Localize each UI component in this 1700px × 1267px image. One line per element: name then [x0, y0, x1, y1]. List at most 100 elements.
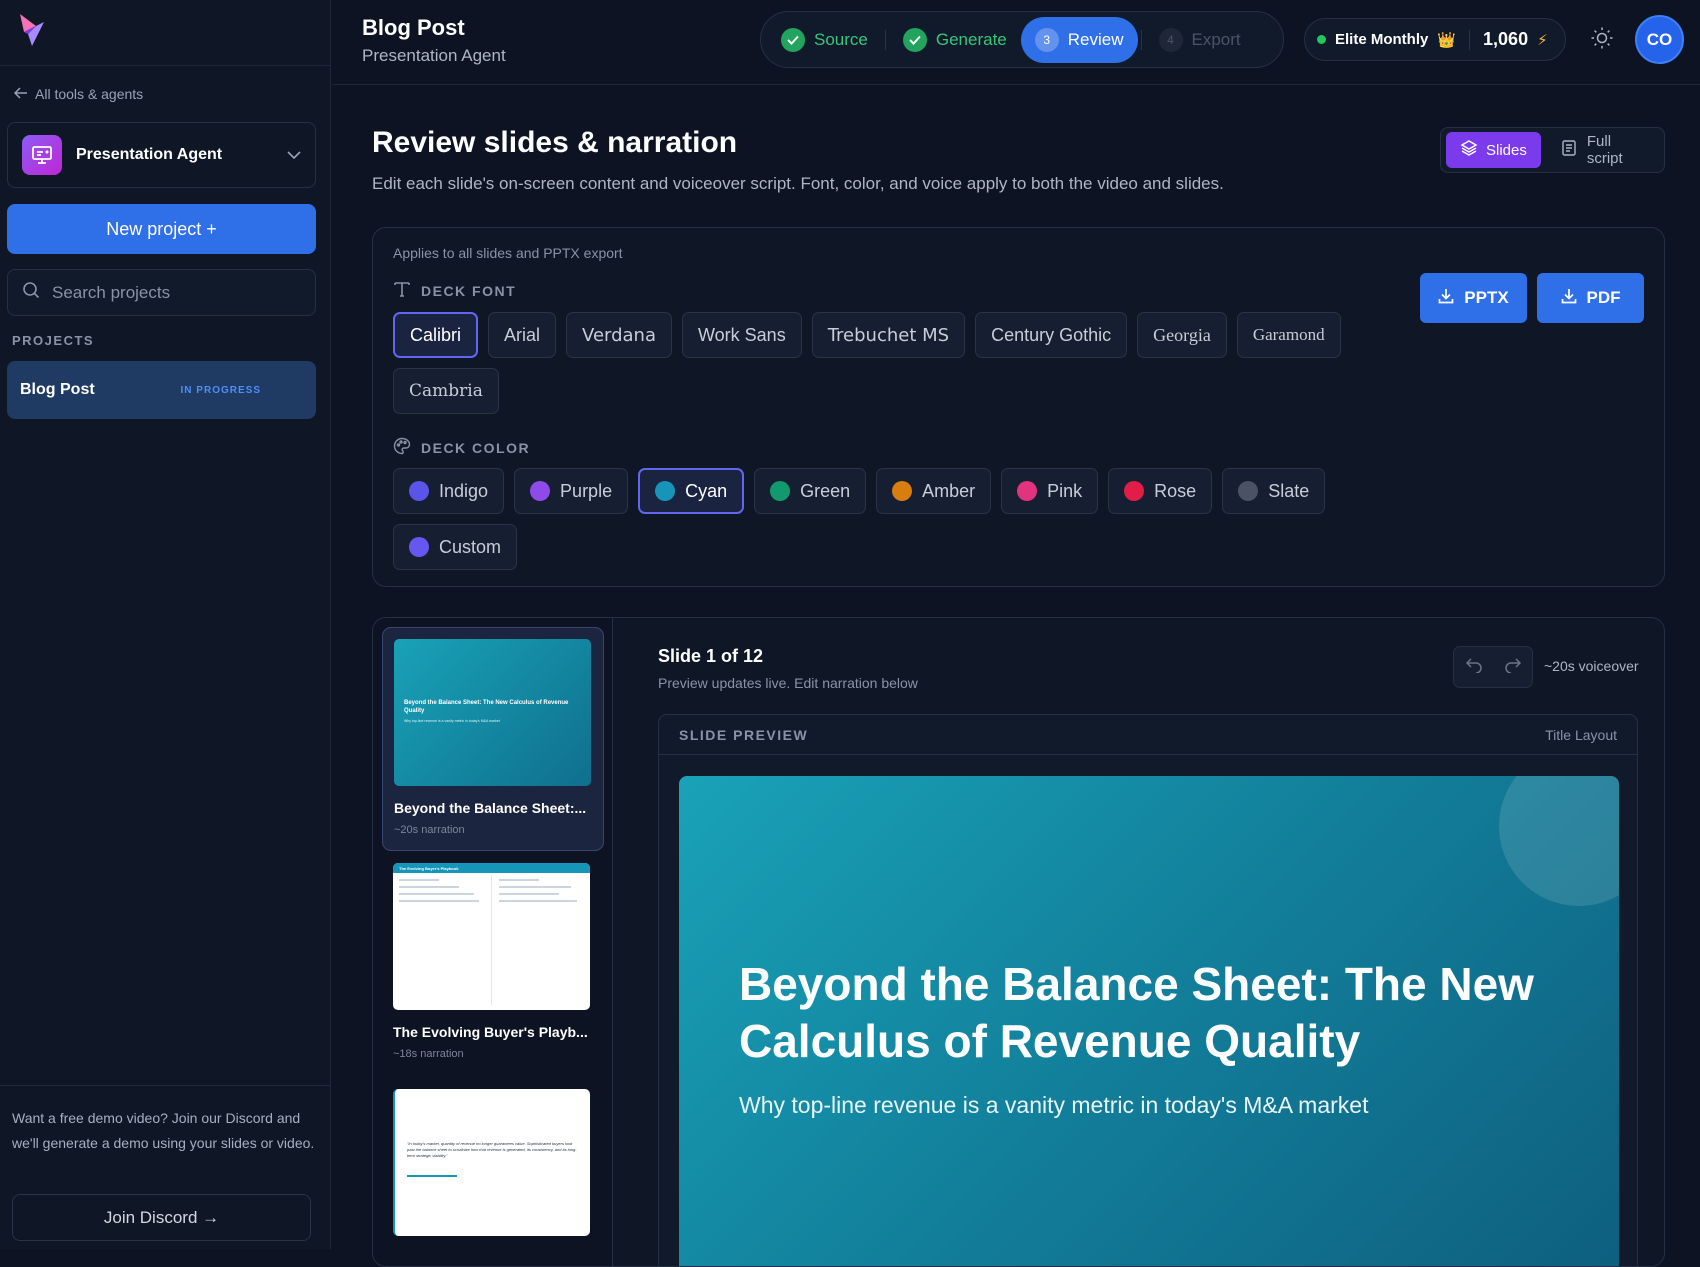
join-discord-button[interactable]: Join Discord → — [12, 1194, 311, 1241]
history-controls — [1453, 646, 1533, 688]
applies-note: Applies to all slides and PPTX export — [393, 245, 623, 261]
export-pptx-button[interactable]: PPTX — [1420, 273, 1527, 323]
project-item[interactable]: Blog Post IN PROGRESS — [7, 361, 316, 419]
color-chip-pink[interactable]: Pink — [1001, 468, 1099, 514]
slide-thumbnail[interactable]: "In today's market, quantity of revenue … — [382, 1078, 604, 1258]
color-chip-slate[interactable]: Slate — [1222, 468, 1326, 514]
plan-name: Elite Monthly — [1335, 31, 1429, 48]
color-label: Pink — [1047, 480, 1083, 501]
slides-view-label: Slides — [1486, 141, 1527, 159]
lightning-icon: ⚡ — [1537, 31, 1548, 49]
decorative-circle — [1499, 776, 1619, 906]
font-chip-arial[interactable]: Arial — [488, 312, 557, 358]
font-chip-georgia[interactable]: Georgia — [1137, 312, 1227, 358]
color-swatch — [409, 481, 429, 501]
step-label: Generate — [935, 29, 1007, 49]
font-chip-trebuchet[interactable]: Trebuchet MS — [811, 312, 966, 358]
presentation-icon — [22, 135, 62, 175]
slide-thumbnail[interactable]: Beyond the Balance Sheet: The New Calcul… — [382, 627, 604, 851]
plan-credits-pill[interactable]: Elite Monthly 👑 1,060 ⚡ — [1304, 18, 1566, 61]
color-chip-custom[interactable]: Custom — [393, 524, 518, 570]
font-chip-calibri[interactable]: Calibri — [393, 312, 479, 358]
new-project-button[interactable]: New project + — [7, 204, 316, 254]
slide-preview-label: SLIDE PREVIEW — [679, 726, 809, 743]
step-generate[interactable]: Generate — [889, 17, 1021, 63]
step-export[interactable]: 4 Export — [1145, 17, 1255, 63]
color-swatch — [1238, 481, 1259, 501]
step-label: Export — [1191, 29, 1241, 49]
full-script-label: Full script — [1586, 133, 1623, 167]
slide-thumbnail[interactable]: The Evolving Buyer's Playbook The Evolvi… — [382, 852, 604, 1076]
back-to-tools-link[interactable]: All tools & agents — [13, 86, 144, 102]
font-chip-garamond[interactable]: Garamond — [1236, 312, 1341, 358]
color-swatch — [655, 481, 676, 501]
thumbnail-quote: "In today's market, quantity of revenue … — [407, 1141, 577, 1158]
pdf-label: PDF — [1586, 288, 1621, 307]
thumbnail-slide-subtitle: Why top-line revenue is a vanity metric … — [404, 719, 500, 723]
deck-font-heading: DECK FONT — [393, 280, 516, 301]
redo-icon[interactable] — [1504, 657, 1522, 678]
palette-icon — [393, 437, 411, 458]
download-icon — [1438, 288, 1454, 309]
slide-canvas[interactable]: Beyond the Balance Sheet: The New Calcul… — [679, 776, 1619, 1266]
step-divider — [1140, 29, 1142, 50]
thumbnail-column-divider — [491, 875, 492, 1005]
full-script-view-button[interactable]: Full script — [1547, 132, 1659, 168]
thumbnail-preview: The Evolving Buyer's Playbook — [393, 863, 590, 1010]
color-chip-amber[interactable]: Amber — [876, 468, 992, 514]
search-projects[interactable] — [7, 269, 316, 316]
project-name: Blog Post — [20, 381, 95, 398]
search-input[interactable] — [52, 282, 292, 303]
step-label: Review — [1067, 29, 1124, 49]
slide-preview-panel: SLIDE PREVIEW Title Layout Beyond the Ba… — [658, 714, 1638, 1266]
download-icon — [1561, 288, 1577, 309]
back-link-label: All tools & agents — [35, 86, 144, 102]
font-chip-century-gothic[interactable]: Century Gothic — [975, 312, 1128, 358]
slide-hint: Preview updates live. Edit narration bel… — [658, 675, 918, 691]
step-number: 4 — [1158, 27, 1183, 52]
slide-thumbnail-list[interactable]: Beyond the Balance Sheet: The New Calcul… — [373, 618, 613, 1266]
thumbnail-preview: "In today's market, quantity of revenue … — [393, 1089, 590, 1236]
top-header: Blog Post Presentation Agent Source Gene… — [332, 0, 1700, 85]
pptx-label: PPTX — [1464, 288, 1509, 307]
color-chip-purple[interactable]: Purple — [514, 468, 629, 514]
status-dot — [1317, 35, 1326, 44]
slide-header: Slide 1 of 12 Preview updates live. Edit… — [658, 646, 918, 691]
thumbnail-narration-length: ~18s narration — [393, 1048, 464, 1060]
font-chip-verdana[interactable]: Verdana — [566, 312, 672, 358]
color-chip-indigo[interactable]: Indigo — [393, 468, 505, 514]
app-logo-icon[interactable] — [16, 12, 48, 53]
deck-font-label: DECK FONT — [421, 282, 517, 299]
color-chip-rose[interactable]: Rose — [1108, 468, 1213, 514]
font-chip-cambria[interactable]: Cambria — [393, 368, 499, 414]
thumbnail-text-lines — [499, 879, 579, 902]
project-title: Blog Post — [362, 15, 465, 40]
export-pdf-button[interactable]: PDF — [1537, 273, 1644, 323]
layout-name: Title Layout — [1545, 726, 1617, 743]
user-avatar[interactable]: CO — [1635, 15, 1684, 64]
step-review[interactable]: 3 Review — [1020, 16, 1138, 63]
color-swatch — [1017, 481, 1038, 501]
color-chip-cyan[interactable]: Cyan — [638, 468, 745, 514]
slide-title[interactable]: Beyond the Balance Sheet: The New Calcul… — [739, 956, 1559, 1070]
logo-bar — [0, 0, 330, 66]
check-icon — [902, 27, 927, 52]
color-chip-green[interactable]: Green — [754, 468, 867, 514]
voiceover-duration: ~20s voiceover — [1544, 658, 1639, 674]
check-icon — [781, 27, 805, 52]
script-icon — [1561, 139, 1579, 161]
agent-selector[interactable]: Presentation Agent — [7, 122, 316, 188]
color-swatch — [770, 481, 791, 501]
agent-name: Presentation Agent — [76, 146, 223, 163]
slide-subtitle[interactable]: Why top-line revenue is a vanity metric … — [739, 1092, 1368, 1119]
color-label: Amber — [922, 480, 976, 501]
color-swatch — [892, 481, 913, 501]
theme-toggle-button[interactable] — [1586, 24, 1618, 56]
undo-icon[interactable] — [1465, 657, 1483, 678]
step-source[interactable]: Source — [767, 17, 882, 63]
color-chip-list: Indigo Purple Cyan Green Amber Pink Rose… — [393, 468, 1353, 570]
slides-view-button[interactable]: Slides — [1446, 132, 1541, 168]
text-type-icon — [393, 280, 411, 301]
page-title: Review slides & narration — [372, 126, 738, 159]
font-chip-work-sans[interactable]: Work Sans — [682, 312, 802, 358]
